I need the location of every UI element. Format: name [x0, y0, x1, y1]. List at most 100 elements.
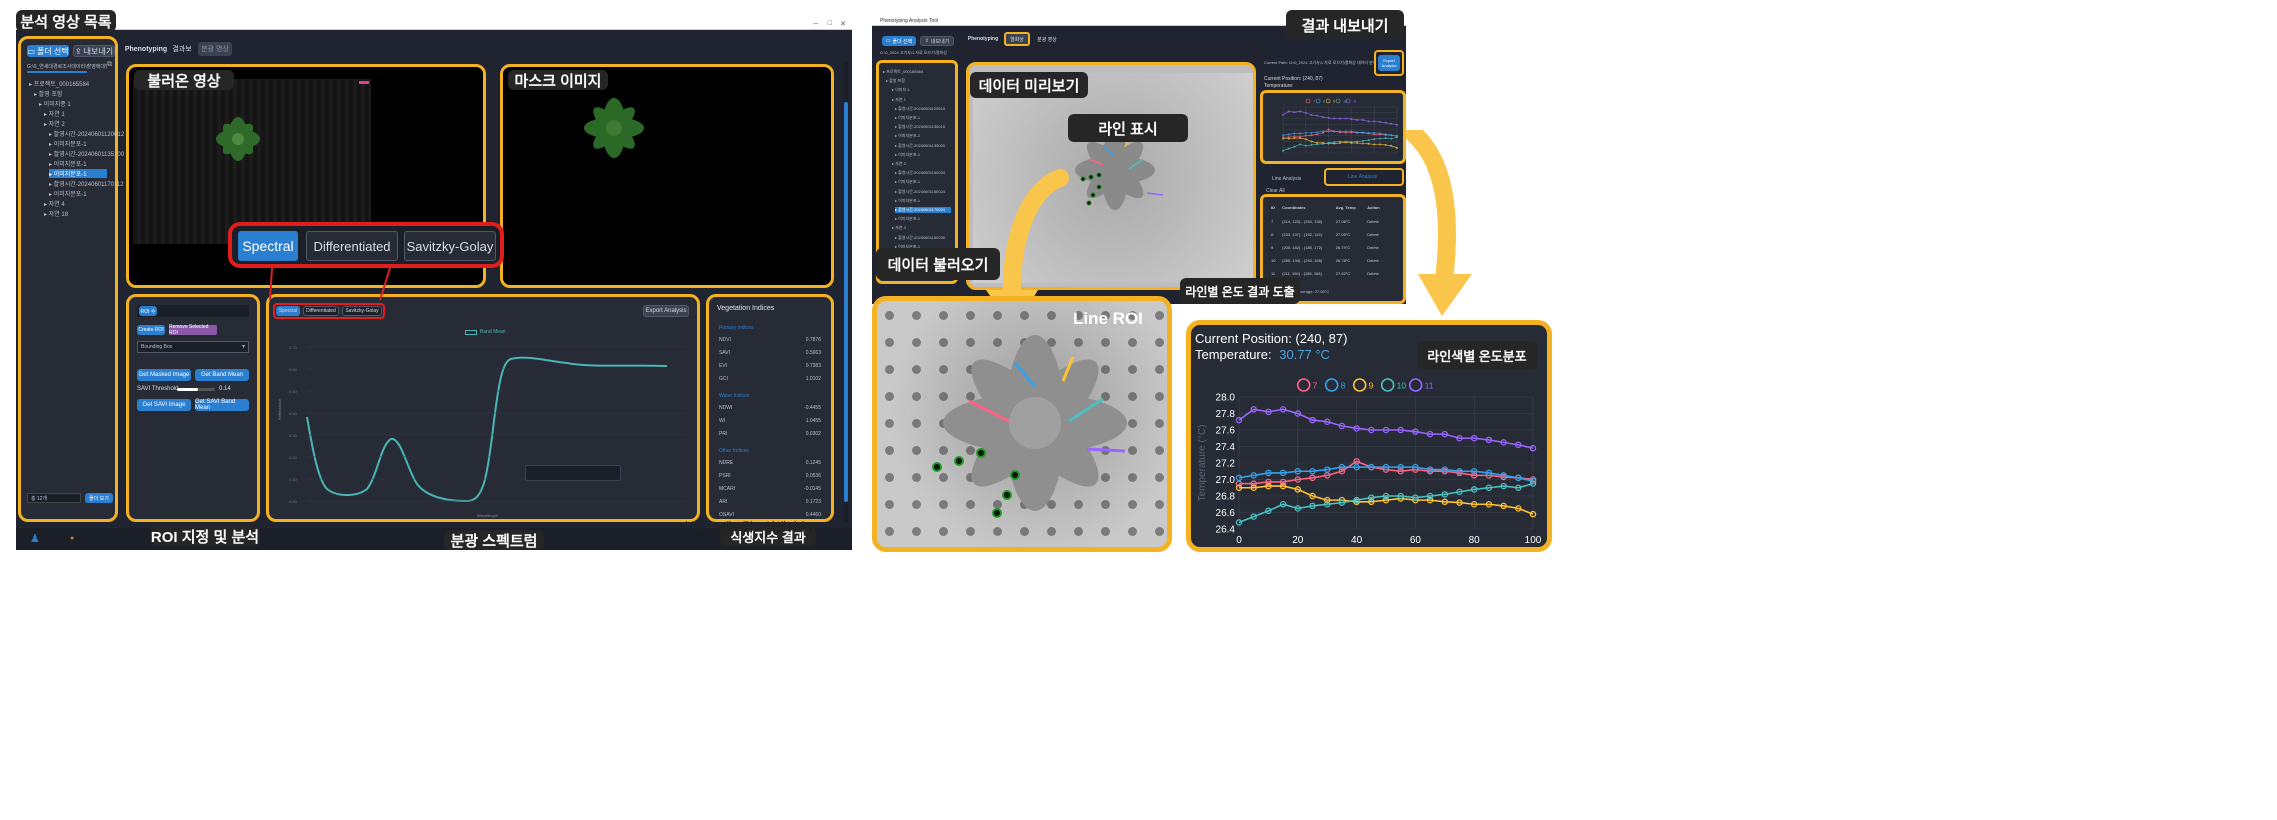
tree-item[interactable]: ▸ 자연 2 [44, 119, 65, 128]
tree-item[interactable]: ▸ 프로젝트_000165584 [29, 79, 89, 88]
spectrum-tab-savitzky[interactable]: Savitzky-Golay [342, 306, 382, 316]
legend-marker[interactable] [1324, 378, 1339, 392]
tree-item[interactable]: ▸ 촬영시간-20240601135000 [895, 143, 945, 149]
zoom-tab-spectral[interactable]: Spectral [238, 231, 298, 261]
tree-item[interactable]: ▸ 자연 1 [892, 97, 906, 103]
tree-item[interactable]: ▸ 촬영시간-20240601170112 [49, 179, 124, 188]
zoom-temp-label-text: Temperature: [1195, 347, 1272, 362]
savi-threshold-label: SAVI Threshold [137, 386, 179, 392]
tree-item[interactable]: ▸ 촬영시간-20240601135015 [895, 124, 945, 130]
mask-plant-image [584, 98, 644, 158]
tree-item[interactable]: ▸ 촬영시간-20240601120612 [49, 129, 124, 138]
spectrum-ytick: 0.30 [289, 433, 298, 438]
savi-slider[interactable] [177, 388, 215, 391]
chart-ylabel: Temperature (°C) [1197, 425, 1208, 502]
folder-view-button[interactable]: 폴더 보기 [85, 493, 113, 503]
legend-marker[interactable] [1380, 378, 1395, 392]
tree-item[interactable]: ▸ 촬영 포함 [34, 89, 62, 98]
vegetation-row: EVI 0.7383 [719, 363, 821, 369]
tree-item[interactable]: ▸ 자연 2 [892, 161, 906, 167]
tree-item[interactable]: ▸ 이미지분포-1 [49, 159, 87, 168]
legend-marker[interactable] [1352, 378, 1367, 392]
vegetation-panel: Vegetation Indices Primary Indices NDVI 0.… [706, 294, 834, 522]
main-scrollbar[interactable] [844, 62, 848, 522]
zoom-tab-savitzky[interactable]: Savitzky-Golay [404, 231, 496, 261]
right-folder-label: 폴더 선택 [892, 38, 913, 45]
tree-item[interactable]: ▸ 자연 4 [44, 199, 65, 208]
tree-item[interactable]: ▸ 이미지분포-1 [49, 169, 107, 178]
main-tabs: Phenotyping 결과보 분광 영상 [125, 42, 846, 58]
tree-item[interactable]: ▸ 이미지 1 [892, 87, 910, 93]
tree-item[interactable]: ▸ 이미지분포-2 [895, 133, 920, 139]
tree-item[interactable]: ▸ 자연 4 [892, 225, 906, 231]
create-roi-button[interactable]: Create ROI [137, 325, 165, 335]
legend-marker[interactable] [1305, 98, 1311, 104]
legend-marker[interactable] [1335, 98, 1341, 104]
footer-input[interactable]: 총 12개 [27, 493, 81, 503]
right-tab-thermal[interactable]: 열화상 [1004, 32, 1030, 46]
right-folder-button[interactable]: ▭ 폴더 선택 [882, 36, 916, 46]
export-analysis-button[interactable]: Export Analysis [643, 305, 689, 317]
vegetation-index-value: 0.1723 [805, 499, 821, 505]
right-export-icon: ⇪ [924, 38, 929, 44]
legend-marker[interactable] [1325, 98, 1331, 104]
zoom-connector [269, 267, 391, 301]
tree-item[interactable]: ▸ 이미지분포-1 [895, 152, 920, 158]
vegetation-index-value: 0.0536 [805, 473, 821, 479]
tree-item[interactable]: ▸ 촬영시간-20240601170024 [895, 207, 951, 213]
legend-marker[interactable] [1296, 378, 1311, 392]
tree-item[interactable]: ▸ 이미지분포-1 [49, 139, 87, 148]
tree-item[interactable]: ▸ 촬영시간-20240601120515 [895, 106, 945, 112]
get-savi-image-button[interactable]: Get SAVI Image [137, 399, 191, 411]
get-band-mean-button[interactable]: Get Band Mean [195, 369, 249, 381]
tree-item[interactable]: ▸ 촬영시간-20240601150024 [895, 170, 945, 176]
tab-thermal[interactable]: 결과보 [168, 42, 196, 56]
spectrum-tab-differentiated[interactable]: Differentiated [303, 306, 339, 316]
tree-item[interactable]: ▸ 이미지분포-1 [895, 198, 920, 204]
tree-item[interactable]: ▸ 이미지분포-1 [895, 115, 920, 121]
tree-item[interactable]: ▸ 촬영시간-20240601150230 [895, 235, 945, 241]
right-tab-phenotyping[interactable]: Phenotyping [968, 34, 998, 44]
maximize-icon[interactable]: □ [828, 20, 832, 27]
roi-type-select[interactable]: Bounding Box ▾ [137, 341, 249, 353]
vegetation-index-name: EVI [719, 363, 728, 369]
vegetation-group-title: Primary Indices [719, 325, 754, 331]
tray-hole [1155, 446, 1164, 455]
minimize-icon[interactable]: – [814, 19, 818, 28]
tree-item[interactable]: ▸ 촬영 포함 [886, 78, 905, 84]
tree-item[interactable]: ▸ 프로젝트_000165584 [883, 69, 923, 75]
get-masked-image-button[interactable]: Get Masked Image [137, 369, 191, 381]
callout-spectrum: 분광 스펙트럼 [444, 530, 544, 550]
tree-item[interactable]: ▸ 이미지분포-1 [895, 179, 920, 185]
tree-item[interactable]: ▸ 촬영시간-20240601135100 [49, 149, 124, 158]
left-window-titlebar: – □ ✕ [16, 19, 852, 30]
export-analysis-button-right[interactable]: Export Analysis [1374, 50, 1404, 76]
close-icon[interactable]: ✕ [840, 20, 846, 28]
legend-marker[interactable] [1315, 98, 1321, 104]
spectrum-legend: Band Mean [465, 329, 506, 335]
spectrum-ylabel: Reflectance [277, 398, 283, 421]
user-icon[interactable]: ♟ [30, 532, 40, 545]
get-savi-band-mean-button[interactable]: Get SAVI Band Mean [195, 399, 249, 411]
tree-item[interactable]: ▸ 촬영시간-20240601150024 [895, 189, 945, 195]
right-tab-spectral[interactable]: 분광 영상 [1032, 34, 1062, 44]
tree-item[interactable]: ▸ 이미지분포-1 [49, 189, 87, 198]
legend-marker[interactable] [1408, 378, 1423, 392]
remove-roi-button[interactable]: Remove Selected ROI [169, 324, 217, 336]
zoom-tab-differentiated[interactable]: Differentiated [306, 231, 398, 261]
vegetation-index-value: 0.1245 [805, 460, 821, 466]
tab-phenotyping[interactable]: Phenotyping [125, 42, 167, 56]
tree-item[interactable]: ▸ 이미지종 1 [39, 99, 71, 108]
tab-spectral[interactable]: 분광 영상 [198, 42, 232, 56]
tree-item[interactable]: ▸ 자연 18 [44, 209, 68, 218]
tree-item[interactable]: ▸ 자연 1 [44, 109, 65, 118]
copy-icon[interactable]: ⧉ [107, 61, 112, 69]
tray-hole [939, 311, 948, 320]
folder-select-button[interactable]: ▭ 폴더 선택 [27, 45, 69, 57]
spectrum-tab-spectral[interactable]: Spectral [276, 306, 300, 316]
export-button[interactable]: ⇪ 내보내기 [73, 45, 115, 57]
tray-hole [912, 311, 921, 320]
tree-item[interactable]: ▸ 이미지분포-1 [895, 216, 920, 222]
right-export-button[interactable]: ⇪ 내보내기 [920, 36, 954, 46]
vegetation-title: Vegetation Indices [717, 305, 775, 312]
